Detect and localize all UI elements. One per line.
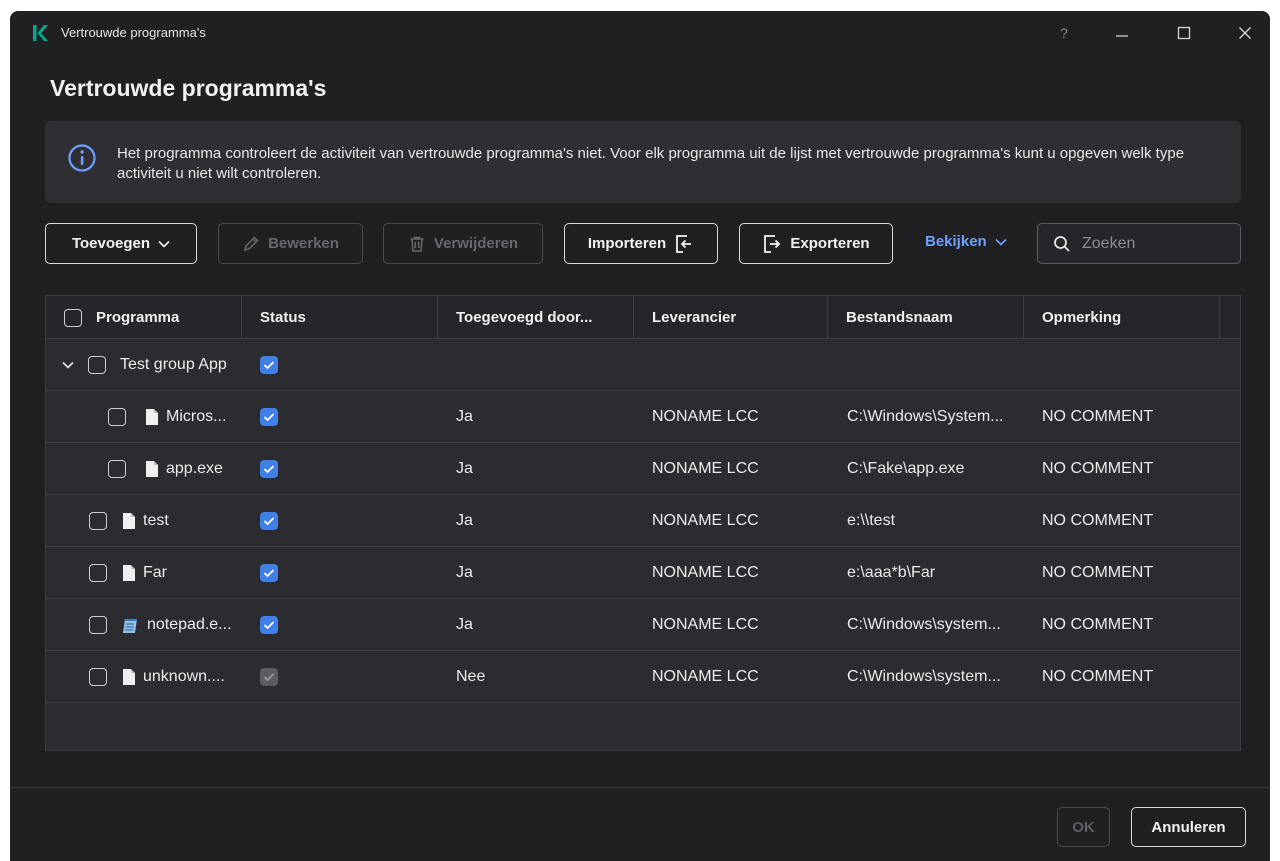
trash-icon [410,236,424,252]
view-dropdown-label: Bekijken [925,233,987,250]
check-icon [263,465,275,474]
check-icon [263,621,275,630]
minimize-button[interactable] [1106,19,1138,47]
group-name: Test group App [120,356,227,373]
maximize-icon [1177,26,1191,40]
view-dropdown[interactable]: Bekijken [925,233,1007,250]
help-button[interactable]: ? [1048,19,1080,47]
row-checkbox[interactable] [89,616,107,634]
file-icon [123,565,135,581]
file-icon [146,461,158,477]
delete-button[interactable]: Verwijderen [383,223,543,264]
close-icon [1239,27,1251,39]
check-icon [263,413,275,422]
window-title: Vertrouwde programma's [61,25,206,40]
table-row[interactable]: notepad.e... Ja NONAME LCC C:\Windows\sy… [46,599,1240,651]
status-checkbox[interactable] [260,356,278,374]
check-icon [263,673,275,682]
status-checkbox[interactable] [260,512,278,530]
add-button[interactable]: Toevoegen [45,223,197,264]
info-banner-text: Het programma controleert de activiteit … [117,145,1185,182]
file-icon [123,513,135,529]
pencil-icon [244,235,259,251]
status-checkbox[interactable] [260,460,278,478]
status-checkbox[interactable] [260,564,278,582]
import-button-label: Importeren [587,235,667,252]
export-icon [764,234,781,253]
table-group-row[interactable]: Test group App [46,339,1240,391]
column-header-comment[interactable]: Opmerking [1024,296,1220,339]
table-row[interactable]: Micros... Ja NONAME LCC C:\Windows\Syste… [46,391,1240,443]
edit-button-label: Bewerken [268,235,339,252]
row-checkbox[interactable] [108,408,126,426]
export-button-label: Exporteren [790,235,870,252]
edit-button[interactable]: Bewerken [218,223,363,264]
search-icon [1054,236,1070,252]
column-header-program[interactable]: Programma [46,296,242,339]
table-row[interactable]: unknown.... Nee NONAME LCC C:\Windows\sy… [46,651,1240,703]
column-header-vendor[interactable]: Leverancier [634,296,828,339]
minimize-icon [1116,35,1128,37]
table-row[interactable]: Far Ja NONAME LCC e:\aaa*b\Far NO COMMEN… [46,547,1240,599]
delete-button-label: Verwijderen [433,235,519,252]
chevron-down-icon [158,240,170,248]
maximize-button[interactable] [1168,19,1200,47]
row-checkbox[interactable] [108,460,126,478]
table-row[interactable]: app.exe Ja NONAME LCC C:\Fake\app.exe NO… [46,443,1240,495]
import-button[interactable]: Importeren [564,223,718,264]
row-checkbox[interactable] [89,512,107,530]
select-all-checkbox[interactable] [64,308,82,327]
table-header: Programma Status Toegevoegd door... Leve… [46,296,1240,339]
check-icon [263,569,275,578]
chevron-down-icon [995,238,1007,246]
check-icon [263,517,275,526]
search-input[interactable] [1082,232,1232,256]
column-header-filename[interactable]: Bestandsnaam [828,296,1024,339]
file-icon [146,409,158,425]
kaspersky-logo-icon [33,25,48,41]
search-box[interactable] [1037,223,1241,264]
status-checkbox-disabled [260,668,278,686]
export-button[interactable]: Exporteren [739,223,893,264]
title-bar: Vertrouwde programma's ? [10,11,1270,55]
programs-table: Programma Status Toegevoegd door... Leve… [45,295,1241,751]
info-banner: Het programma controleert de activiteit … [45,121,1241,203]
row-checkbox[interactable] [89,668,107,686]
ok-button[interactable]: OK [1057,807,1110,847]
cancel-button[interactable]: Annuleren [1131,807,1246,847]
table-row[interactable]: test Ja NONAME LCC e:\\test NO COMMENT [46,495,1240,547]
page-title: Vertrouwde programma's [50,75,327,101]
info-icon [68,144,96,172]
import-icon [676,234,692,253]
add-button-label: Toevoegen [71,235,151,252]
status-checkbox[interactable] [260,408,278,426]
status-checkbox[interactable] [260,616,278,634]
row-checkbox[interactable] [89,564,107,582]
file-icon [123,669,135,685]
notepad-icon [123,619,137,633]
chevron-down-icon[interactable] [62,361,74,369]
column-header-status[interactable]: Status [242,296,438,339]
close-button[interactable] [1229,19,1261,47]
dialog-window: Vertrouwde programma's ? Vertrouwde prog… [10,11,1270,861]
check-icon [263,361,275,370]
row-checkbox[interactable] [88,356,106,374]
column-header-added-by[interactable]: Toegevoegd door... [438,296,634,339]
